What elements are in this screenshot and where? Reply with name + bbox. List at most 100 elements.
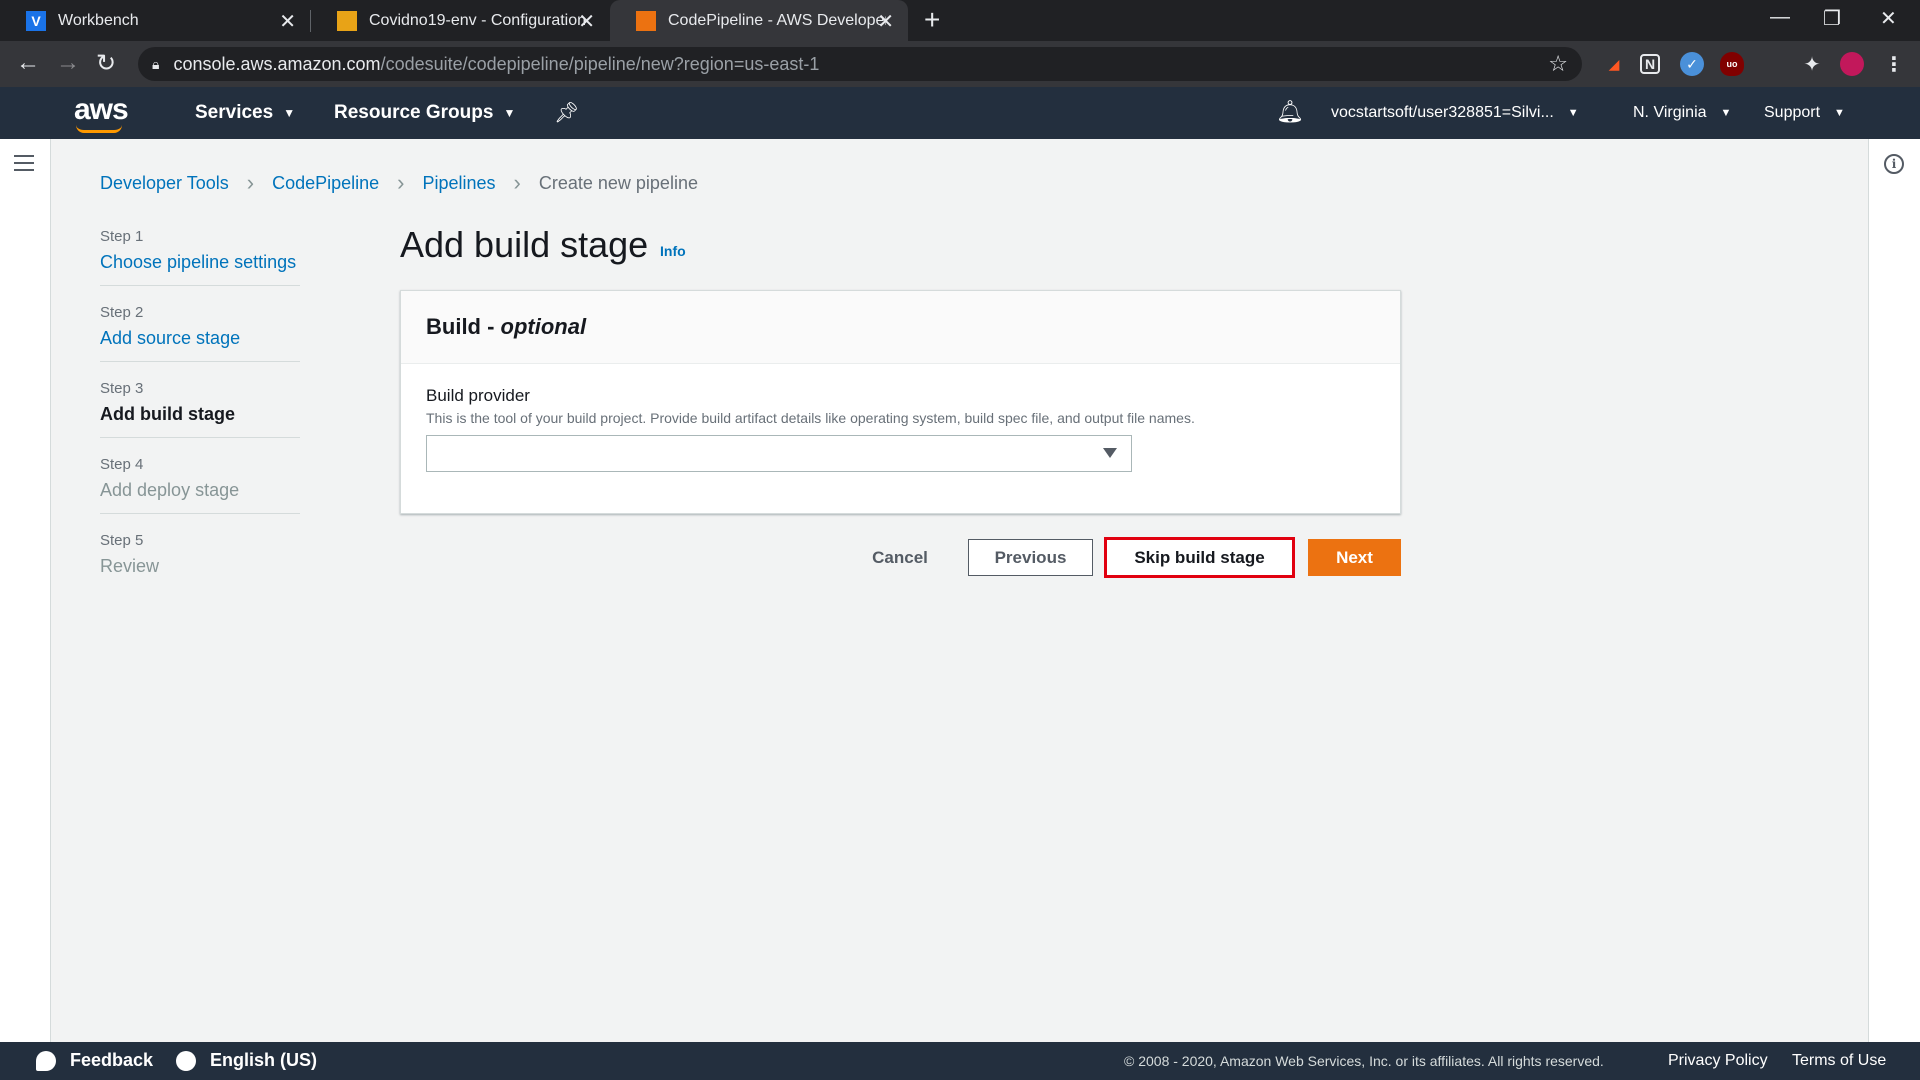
right-rail: i xyxy=(1868,139,1920,1042)
back-icon[interactable]: ← xyxy=(16,49,40,77)
close-tab-icon[interactable]: ✕ xyxy=(578,9,595,34)
browser-menu-icon[interactable]: ⋮ xyxy=(1882,52,1906,76)
notion-extension-icon[interactable]: N xyxy=(1640,54,1660,74)
step-3: Step 3 Add build stage xyxy=(100,380,300,438)
panel-optional-tag: optional xyxy=(500,314,587,339)
build-provider-description: This is the tool of your build project. … xyxy=(426,410,1195,426)
build-provider-select[interactable] xyxy=(426,435,1132,472)
info-panel-icon[interactable]: i xyxy=(1884,154,1904,174)
region-label: N. Virginia xyxy=(1633,104,1707,121)
skip-build-stage-button[interactable]: Skip build stage xyxy=(1104,537,1295,578)
chevron-down-icon: ▼ xyxy=(283,106,296,120)
terms-of-use-link[interactable]: Terms of Use xyxy=(1792,1052,1886,1070)
step-2: Step 2 Add source stage xyxy=(100,304,300,362)
address-bar[interactable]: 🔒︎ console.aws.amazon.com/codesuite/code… xyxy=(138,47,1582,81)
close-tab-icon[interactable]: ✕ xyxy=(279,9,296,34)
step-add-deploy-stage: Add deploy stage xyxy=(100,480,240,500)
aws-logo[interactable]: aws xyxy=(74,93,129,133)
close-tab-icon[interactable]: ✕ xyxy=(877,9,894,34)
previous-button[interactable]: Previous xyxy=(968,539,1093,576)
services-menu[interactable]: Services ▼ xyxy=(195,102,295,124)
tab-codepipeline[interactable]: CodePipeline - AWS Developer To ✕ xyxy=(610,0,908,41)
copyright-text: © 2008 - 2020, Amazon Web Services, Inc.… xyxy=(1124,1053,1604,1069)
build-provider-label: Build provider xyxy=(426,386,530,405)
info-link[interactable]: Info xyxy=(660,243,686,259)
extension-bookmark-icon[interactable]: ◢ xyxy=(1602,52,1626,76)
resource-groups-menu[interactable]: Resource Groups ▼ xyxy=(334,102,515,124)
browser-toolbar: ← → ↻ 🔒︎ console.aws.amazon.com/codesuit… xyxy=(0,41,1920,87)
step-1: Step 1 Choose pipeline settings xyxy=(100,228,300,286)
tab-title: Covidno19-env - Configuration xyxy=(369,11,587,29)
step-number: Step 3 xyxy=(100,380,144,397)
hamburger-menu-icon[interactable] xyxy=(14,155,34,176)
step-4: Step 4 Add deploy stage xyxy=(100,456,300,514)
bookmark-star-icon[interactable]: ☆ xyxy=(1548,51,1568,77)
url-host: console.aws.amazon.com xyxy=(173,53,381,74)
bell-icon[interactable]: 🔔︎ xyxy=(1276,99,1304,125)
page-title: Add build stage xyxy=(400,224,649,265)
step-number: Step 1 xyxy=(100,228,144,245)
workbench-favicon-icon: V xyxy=(26,10,46,31)
aws-cube-favicon-icon xyxy=(337,10,357,31)
new-tab-icon[interactable]: + xyxy=(924,4,940,36)
tab-title: CodePipeline - AWS Developer To xyxy=(668,11,886,29)
cancel-button[interactable]: Cancel xyxy=(860,539,940,576)
language-label: English (US) xyxy=(210,1050,317,1070)
aws-smile-icon xyxy=(76,125,122,133)
tab-title: Workbench xyxy=(58,11,139,29)
console-footer: Feedback English (US) © 2008 - 2020, Ama… xyxy=(0,1042,1920,1080)
breadcrumb-pipelines[interactable]: Pipelines xyxy=(422,173,495,194)
tab-covidno19[interactable]: Covidno19-env - Configuration ✕ xyxy=(311,0,609,41)
support-menu[interactable]: Support ▼ xyxy=(1764,104,1845,122)
extension-compass-icon[interactable]: ✓ xyxy=(1680,52,1704,76)
breadcrumb-developer-tools[interactable]: Developer Tools xyxy=(100,173,229,194)
breadcrumb: Developer Tools › CodePipeline › Pipelin… xyxy=(100,170,698,196)
resource-groups-label: Resource Groups xyxy=(334,102,494,123)
step-current-add-build-stage: Add build stage xyxy=(100,404,235,424)
pin-icon[interactable]: 📌︎ xyxy=(554,100,579,125)
step-number: Step 4 xyxy=(100,456,144,473)
panel-title: Build - xyxy=(426,314,501,339)
language-selector[interactable]: English (US) xyxy=(176,1050,317,1071)
browser-tab-bar: V Workbench ✕ Covidno19-env - Configurat… xyxy=(0,0,1920,41)
chevron-down-icon: ▼ xyxy=(1834,107,1845,119)
panel-header: Build - optional xyxy=(401,291,1400,364)
dropdown-arrow-icon xyxy=(1103,448,1117,458)
account-label: vocstartsoft/user328851=Silvi... xyxy=(1331,104,1554,121)
chevron-right-icon: › xyxy=(246,170,255,195)
chevron-down-icon: ▼ xyxy=(503,106,516,120)
speech-bubble-icon xyxy=(36,1050,56,1071)
globe-icon xyxy=(176,1050,196,1071)
forward-icon[interactable]: → xyxy=(56,49,80,77)
region-menu[interactable]: N. Virginia ▼ xyxy=(1633,104,1731,122)
step-review: Review xyxy=(100,556,160,576)
breadcrumb-codepipeline[interactable]: CodePipeline xyxy=(272,173,379,194)
extensions-puzzle-icon[interactable]: ✦ xyxy=(1800,52,1824,76)
feedback-button[interactable]: Feedback xyxy=(36,1050,153,1071)
left-rail xyxy=(0,139,51,1042)
minimize-icon[interactable]: — xyxy=(1770,6,1790,29)
restore-icon[interactable]: ❐ xyxy=(1823,6,1841,31)
tab-workbench[interactable]: V Workbench ✕ xyxy=(0,0,310,41)
lock-icon: 🔒︎ xyxy=(152,55,160,72)
step-number: Step 2 xyxy=(100,304,144,321)
privacy-policy-link[interactable]: Privacy Policy xyxy=(1668,1052,1768,1070)
chevron-down-icon: ▼ xyxy=(1567,107,1579,119)
profile-avatar[interactable] xyxy=(1840,52,1864,76)
build-stage-panel: Build - optional Build provider This is … xyxy=(400,290,1401,514)
next-button[interactable]: Next xyxy=(1308,539,1401,576)
aws-logo-text: aws xyxy=(74,93,129,126)
breadcrumb-current: Create new pipeline xyxy=(538,172,698,193)
step-link-add-source-stage[interactable]: Add source stage xyxy=(100,328,300,349)
aws-cube-favicon-icon xyxy=(636,10,656,31)
panel-body: Build provider This is the tool of your … xyxy=(401,364,1400,494)
aws-top-nav: aws Services ▼ Resource Groups ▼ 📌︎ 🔔︎ v… xyxy=(0,87,1920,139)
reload-icon[interactable]: ↻ xyxy=(96,49,116,78)
account-menu[interactable]: vocstartsoft/user328851=Silvi... ▼ xyxy=(1331,104,1579,122)
ublock-extension-icon[interactable]: uo xyxy=(1720,52,1744,76)
step-link-choose-pipeline-settings[interactable]: Choose pipeline settings xyxy=(100,252,300,273)
close-window-icon[interactable]: ✕ xyxy=(1880,6,1897,31)
url-path: /codesuite/codepipeline/pipeline/new?reg… xyxy=(380,53,820,74)
feedback-label: Feedback xyxy=(70,1050,154,1070)
support-label: Support xyxy=(1764,104,1821,121)
